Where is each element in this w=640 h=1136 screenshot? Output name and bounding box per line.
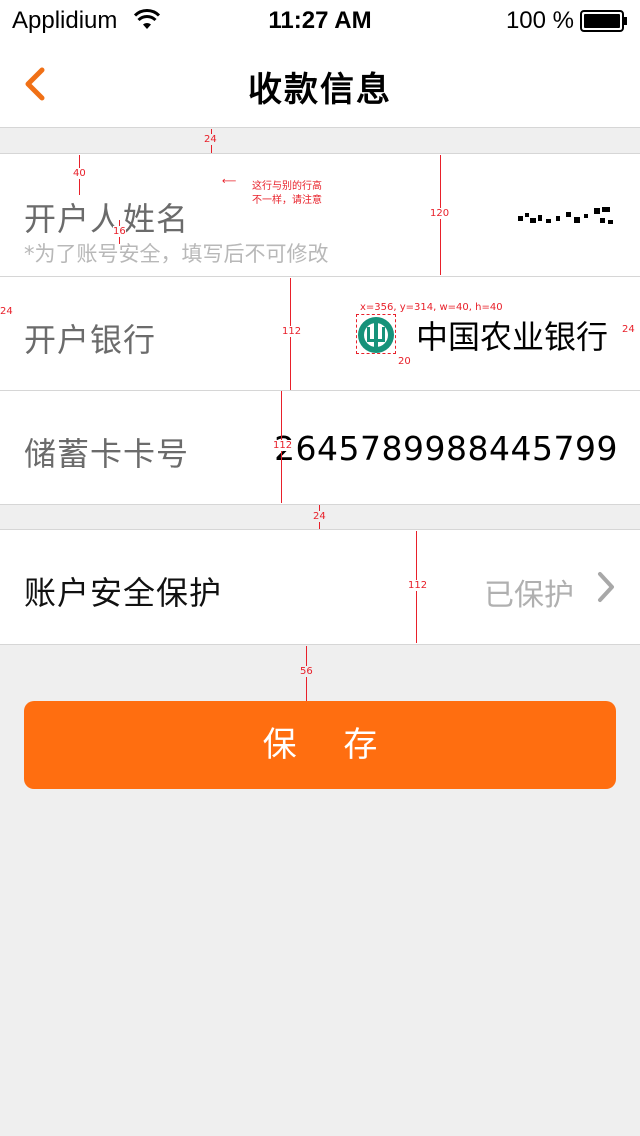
card-number-value: 2645789988445799 bbox=[274, 429, 618, 468]
bank-name: 中国农业银行 bbox=[416, 318, 609, 356]
account-security-label: 账户安全保护 bbox=[24, 574, 223, 612]
annotation-label: 120 bbox=[430, 208, 450, 219]
account-security-row[interactable]: 账户安全保护 已保护 bbox=[0, 529, 640, 645]
status-bar: Applidium 11:27 AM 100 % bbox=[0, 0, 640, 40]
bank-row[interactable]: 开户银行 中国农业银行 bbox=[0, 276, 640, 391]
annotation-label: 56 bbox=[300, 666, 313, 677]
redacted-name bbox=[518, 207, 613, 224]
account-name-label: 开户人姓名 bbox=[24, 200, 190, 238]
annotation-box bbox=[356, 314, 396, 354]
annotation-label: 20 bbox=[398, 356, 411, 367]
save-button[interactable]: 保 存 bbox=[24, 701, 616, 789]
security-status: 已保护 bbox=[484, 578, 574, 613]
bank-label: 开户银行 bbox=[24, 321, 157, 359]
chevron-right-icon bbox=[598, 572, 614, 602]
annotation-label: 24 bbox=[622, 324, 635, 335]
annotation-label: 16 bbox=[113, 226, 126, 237]
annotation-label: 24 bbox=[0, 306, 13, 317]
page-title: 收款信息 bbox=[248, 70, 392, 110]
account-name-hint: *为了账号安全，填写后不可修改 bbox=[24, 242, 329, 266]
annotation-label: 24 bbox=[204, 134, 217, 145]
account-name-row[interactable]: 开户人姓名 *为了账号安全，填写后不可修改 bbox=[0, 153, 640, 277]
annotation-label: 112 bbox=[273, 440, 293, 451]
card-number-row[interactable]: 储蓄卡卡号 2645789988445799 bbox=[0, 390, 640, 505]
annotation-label: 112 bbox=[282, 326, 302, 337]
annotation-label: 24 bbox=[313, 511, 326, 522]
battery-percent: 100 % bbox=[505, 7, 574, 34]
card-number-label: 储蓄卡卡号 bbox=[24, 435, 190, 473]
battery-icon bbox=[580, 10, 627, 32]
annotation-arrow: ⟵ bbox=[222, 176, 237, 187]
nav-bar: 收款信息 bbox=[0, 40, 640, 128]
annotation-label: 112 bbox=[408, 580, 428, 591]
annotation-note: 不一样，请注意 bbox=[252, 195, 322, 206]
annotation-label: 40 bbox=[73, 168, 86, 179]
annotation-label: x=356, y=314, w=40, h=40 bbox=[360, 302, 503, 313]
annotation-note: 这行与别的行高 bbox=[252, 181, 322, 192]
